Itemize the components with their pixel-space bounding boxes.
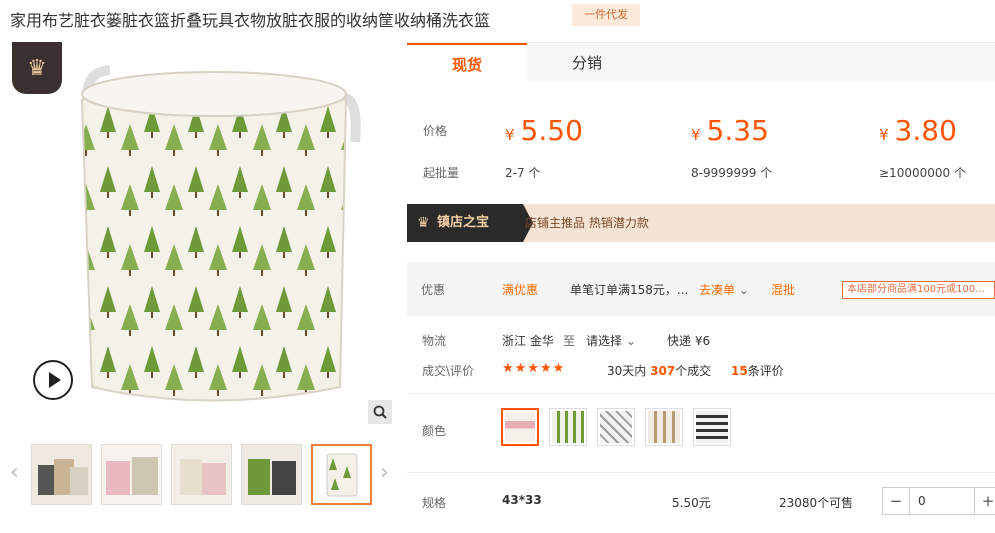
tab-in-stock[interactable]: 现货 (407, 43, 527, 83)
price-label: 价格 (423, 124, 448, 138)
deals-reviews-label: 成交\评价 (422, 364, 475, 378)
chevron-down-icon: ⌄ (625, 334, 636, 348)
price-tier-3: ¥3.80 (879, 114, 957, 147)
ship-from: 浙江 金华 (502, 334, 554, 348)
spec-row: 规格 43*33 5.50元 23080个可售 − 0 + (407, 472, 995, 530)
tab-distribution[interactable]: 分销 (527, 43, 647, 83)
thumbnail-prev-arrow[interactable]: ‹ (10, 460, 19, 485)
color-label: 颜色 (422, 424, 447, 438)
dropship-badge[interactable]: 一件代发 (572, 4, 640, 26)
mixed-batch-link[interactable]: 混批 (771, 281, 795, 298)
deal-count: 30天内 307个成交 (607, 364, 712, 378)
quantity-stepper: − 0 + (882, 487, 995, 515)
shop-treasure-banner: 镇店之宝 ♛ 店铺主推品 热销潜力款 (407, 204, 995, 242)
price-tiers: 价格 起批量 ¥5.50 2-7 个 ¥5.35 8-9999999 个 ¥3.… (407, 100, 995, 190)
promo-description: 单笔订单满158元，... (570, 283, 689, 297)
promo-label: 优惠 (421, 283, 446, 297)
promo-notice-tag[interactable]: 本店部分商品满100元或100... (842, 281, 995, 299)
thumbnail-1[interactable] (31, 444, 92, 505)
color-swatch-3[interactable] (597, 408, 635, 446)
increment-button[interactable]: + (975, 488, 995, 514)
ship-to-word: 至 (563, 334, 576, 348)
color-swatches (501, 408, 731, 446)
shipping-fee: 快递 ¥6 (667, 334, 711, 348)
thumbnail-next-arrow[interactable]: › (380, 460, 389, 485)
collect-order-link[interactable]: 去凑单 ⌄ (699, 281, 749, 298)
thumbnail-2[interactable] (101, 444, 162, 505)
play-icon (48, 372, 61, 388)
treasure-text: 店铺主推品 热销潜力款 (525, 216, 649, 230)
crown-icon: ♛ (417, 215, 430, 231)
decrement-button[interactable]: − (883, 488, 909, 514)
spec-price: 5.50元 (672, 496, 711, 510)
chevron-down-icon: ⌄ (738, 283, 749, 297)
logistics-label: 物流 (422, 334, 447, 348)
magnifier-icon (373, 405, 387, 419)
color-swatch-4[interactable] (645, 408, 683, 446)
crown-icon: ♛ (12, 42, 62, 94)
color-swatch-5[interactable] (693, 408, 731, 446)
moq-label: 起批量 (423, 166, 460, 180)
product-main-image[interactable]: ♛ (10, 42, 392, 424)
thumbnail-4[interactable] (241, 444, 302, 505)
review-count-link[interactable]: 15条评价 (731, 362, 784, 379)
divider (407, 393, 995, 394)
product-title: 家用布艺脏衣篓脏衣篮折叠玩具衣物放脏衣服的收纳筐收纳桶洗衣篮 (10, 11, 491, 30)
price-tier-2: ¥5.35 (691, 114, 769, 147)
qty-tier-2: 8-9999999 个 (691, 166, 773, 180)
play-video-button[interactable] (33, 360, 73, 400)
coupon-link[interactable]: 满优惠 (502, 281, 538, 298)
spec-size: 43*33 (502, 493, 542, 507)
destination-select[interactable]: 请选择 ⌄ (586, 332, 636, 349)
qty-tier-1: 2-7 个 (505, 166, 541, 180)
thumbnail-strip (31, 444, 372, 505)
thumbnail-3[interactable] (171, 444, 232, 505)
spec-label: 规格 (422, 496, 447, 510)
rating-stars: ★★★★★ (502, 361, 566, 376)
qty-tier-3: ≥10000000 个 (879, 166, 966, 180)
zoom-button[interactable] (368, 400, 392, 424)
thumbnail-5[interactable] (311, 444, 372, 505)
price-tier-1: ¥5.50 (505, 114, 583, 147)
color-swatch-2[interactable] (549, 408, 587, 446)
offer-tabs: 现货 分销 (407, 42, 995, 83)
spec-stock: 23080个可售 (779, 496, 854, 510)
color-swatch-1[interactable] (501, 408, 539, 446)
quantity-input[interactable]: 0 (909, 488, 975, 514)
promotion-bar: 优惠 满优惠 单笔订单满158元，... 去凑单 ⌄ 混批 本店部分商品满100… (407, 262, 995, 316)
